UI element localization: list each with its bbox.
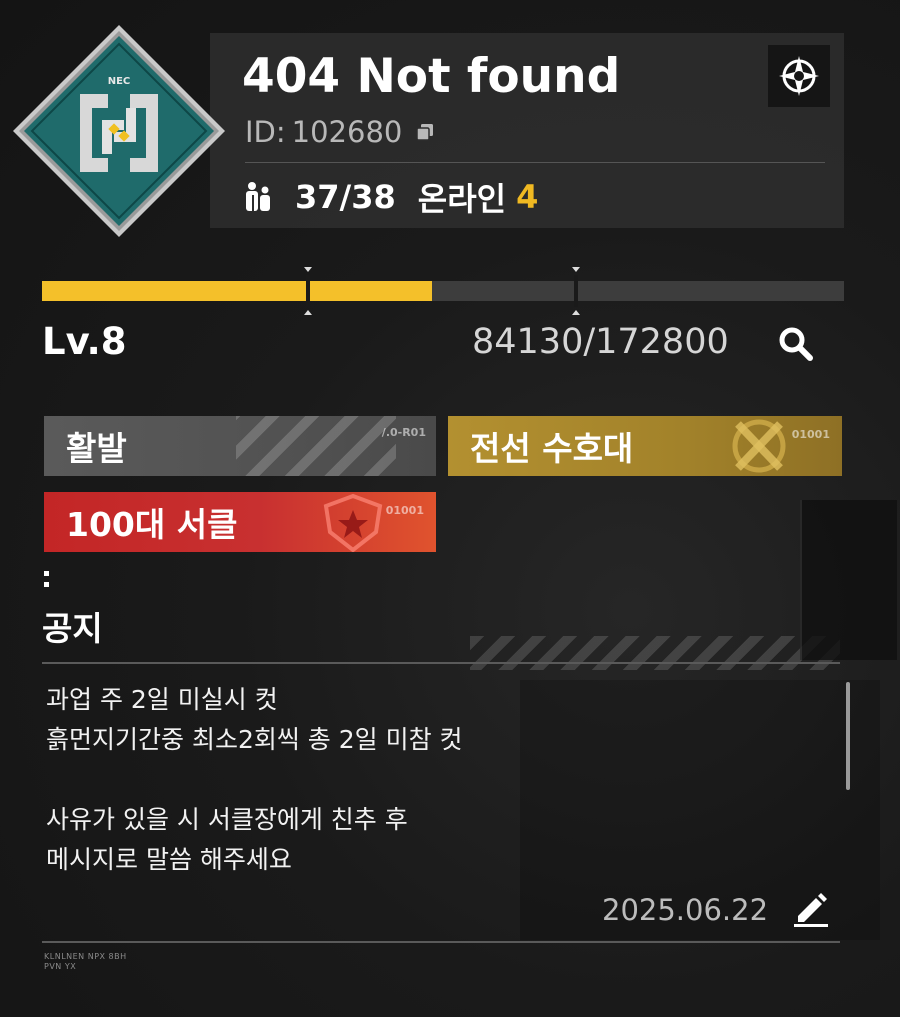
edit-notice-button[interactable]: [788, 886, 832, 930]
notice-body: 과업 주 2일 미실시 컷 흙먼지기간중 최소2회씩 총 2일 미참 컷 사유가…: [46, 685, 463, 874]
notice-date: 2025.06.22: [602, 893, 769, 927]
id-label: ID:: [245, 115, 286, 149]
level-label: Lv.8: [42, 320, 127, 363]
tag-active: 활발 /.0-R01: [44, 416, 436, 476]
progress-milestone-marker: [304, 267, 312, 315]
circle-name: 404 Not found: [242, 49, 621, 104]
level-progress-fill: [42, 281, 433, 301]
tag-label: 100대 서클: [66, 505, 238, 544]
tag-label: 활발: [66, 429, 127, 468]
crossed-swords-icon: [732, 419, 786, 473]
drag-dots-icon: [44, 571, 49, 591]
online-count: 4: [516, 178, 539, 216]
search-button[interactable]: [772, 320, 820, 368]
progress-milestone-marker: [572, 267, 580, 315]
tag-top100-circle: 100대 서클 01001: [44, 492, 436, 552]
members-count: 37/38: [295, 178, 396, 216]
circle-emblem-icon: NEC: [13, 25, 225, 237]
compass-button[interactable]: [768, 45, 830, 107]
search-icon: [779, 327, 813, 361]
tag-code: /.0-R01: [381, 426, 426, 439]
members-row: 37/38 온라인 4: [243, 175, 538, 219]
id-value: 102680: [291, 115, 403, 149]
background-machine-panel: [800, 500, 897, 660]
tag-code: 01001: [791, 428, 830, 441]
tag-label: 전선 수호대: [470, 429, 634, 468]
compass-icon: [779, 56, 819, 96]
tag-code: 01001: [385, 504, 424, 517]
notice-bottom-divider: [42, 941, 840, 943]
level-progress-bar: [42, 267, 844, 315]
tag-pattern: [236, 416, 396, 476]
exp-value: 84130/172800: [472, 322, 729, 362]
header-divider: [245, 162, 825, 163]
star-shield-icon: [323, 493, 383, 552]
members-icon: [246, 182, 270, 211]
pencil-edit-icon: [794, 893, 828, 927]
background-hazard-stripes: [470, 636, 840, 670]
notice-scrollbar[interactable]: [846, 682, 850, 790]
emblem-label: NEC: [108, 76, 131, 87]
tag-frontline-guard: 전선 수호대 01001: [448, 416, 842, 476]
notice-title: 공지: [42, 609, 103, 648]
copy-icon[interactable]: [414, 121, 436, 143]
footer-code: KLNLNEN NPX 8BH PVN YX: [44, 952, 127, 971]
circle-id-row: ID: 102680: [245, 112, 436, 152]
online-label: 온라인: [417, 180, 507, 218]
notice-divider: [42, 662, 840, 664]
